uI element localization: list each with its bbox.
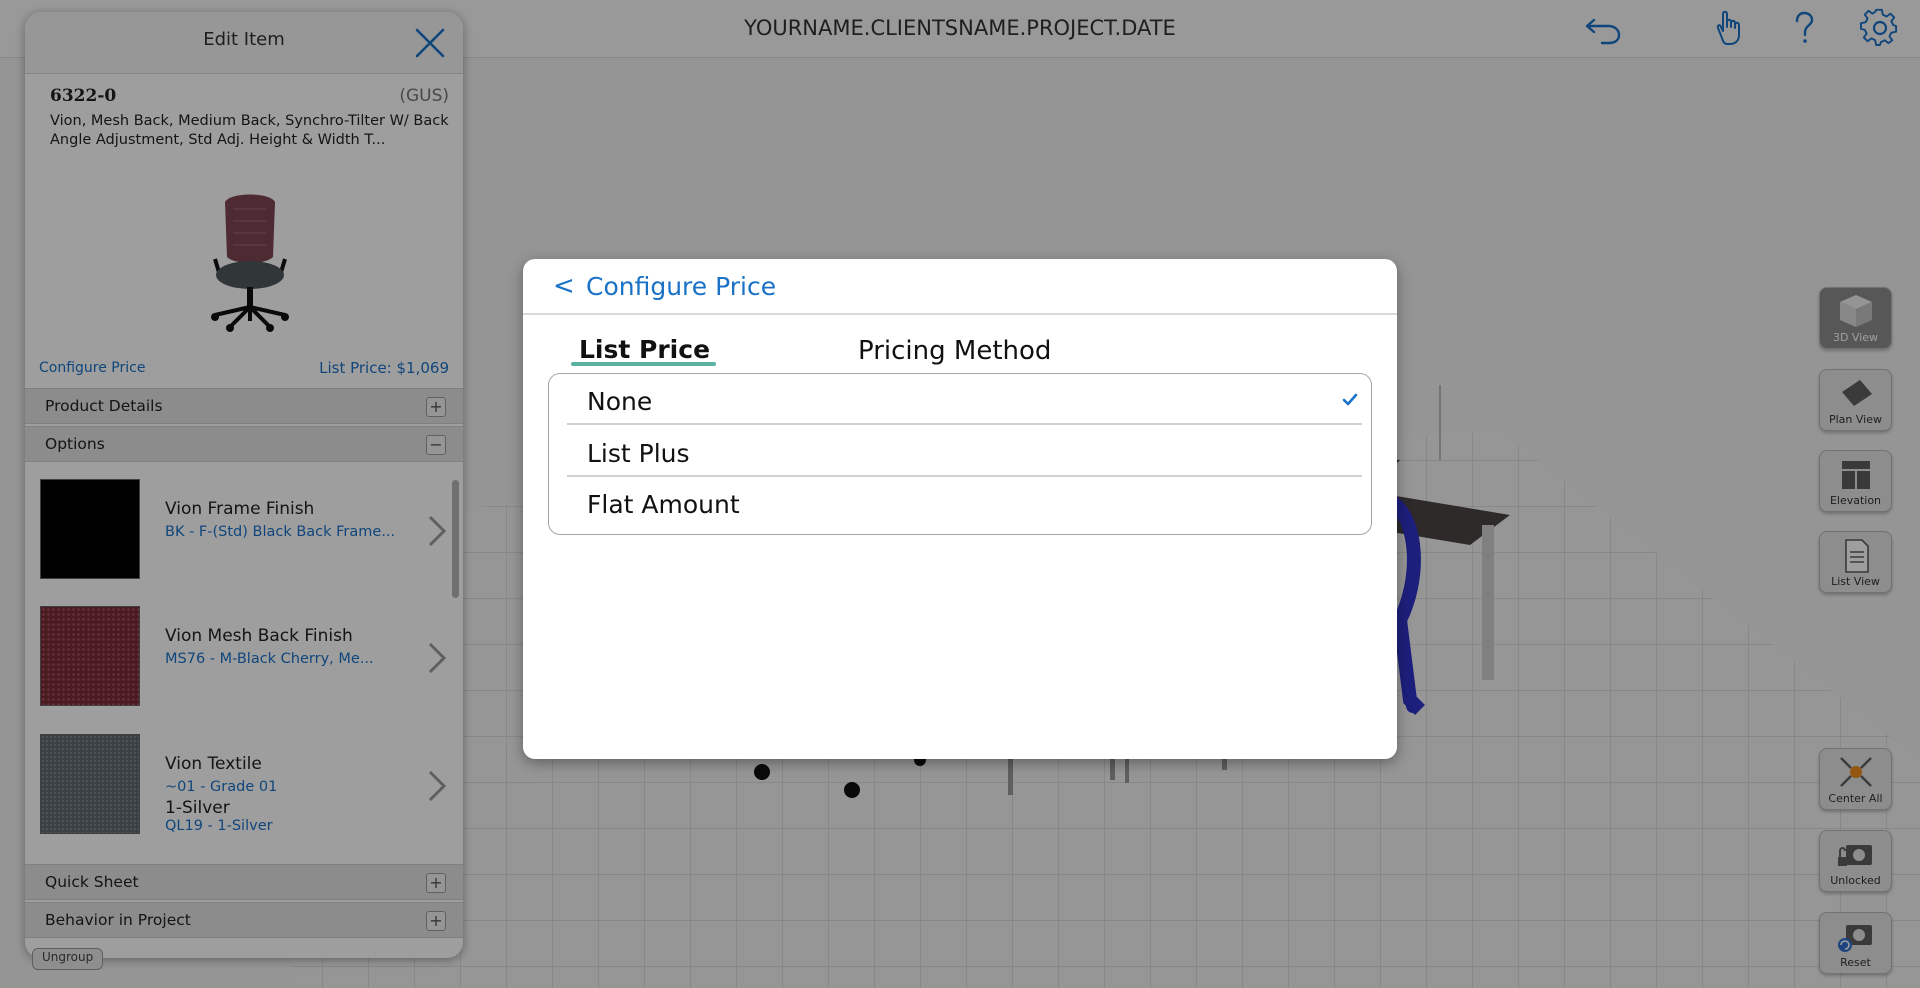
method-option-none[interactable]: None [567,375,1362,425]
method-label: None [587,387,653,416]
checkmark-icon [1342,393,1358,406]
method-option-flat-amount[interactable]: Flat Amount [567,478,1362,528]
back-button[interactable]: < [553,271,575,301]
active-tab-indicator [571,362,716,366]
dialog-header: < Configure Price [523,259,1397,315]
tab-list-price[interactable]: List Price [579,335,710,364]
method-option-list-plus[interactable]: List Plus [567,427,1362,477]
configure-price-dialog: < Configure Price List Price Pricing Met… [523,259,1397,759]
pricing-method-list: None List Plus Flat Amount [548,373,1372,535]
tab-pricing-method[interactable]: Pricing Method [858,336,1051,366]
dialog-title[interactable]: Configure Price [586,272,776,301]
method-label: Flat Amount [587,490,740,519]
method-label: List Plus [587,439,690,468]
